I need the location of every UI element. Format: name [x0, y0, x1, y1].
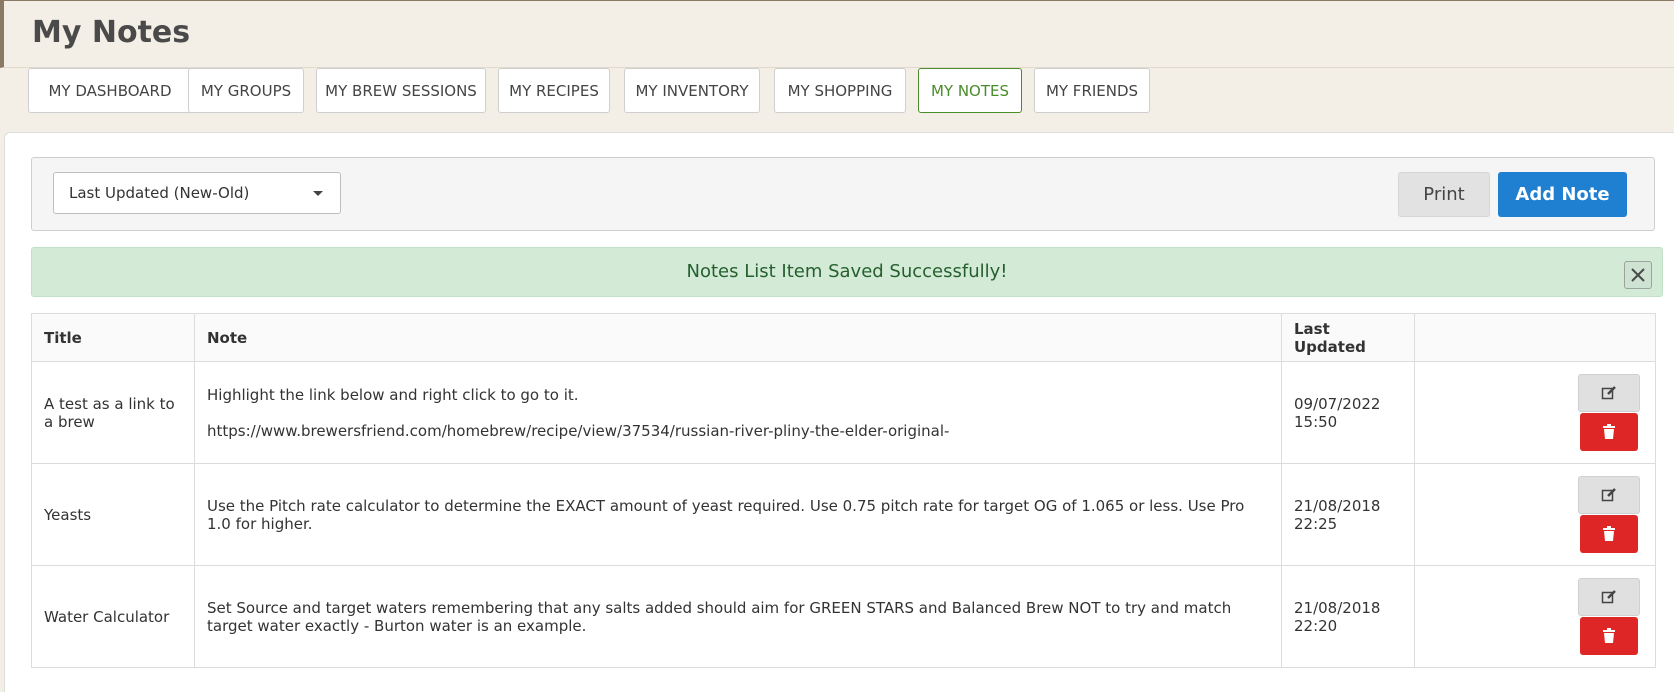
trash-icon [1603, 628, 1615, 643]
note-text: Highlight the link below and right click… [194, 361, 1282, 464]
note-text: Use the Pitch rate calculator to determi… [194, 463, 1282, 566]
column-header-actions [1414, 313, 1656, 362]
delete-button[interactable] [1580, 617, 1638, 655]
note-last-updated: 21/08/2018 22:20 [1281, 565, 1415, 668]
page-title: My Notes [32, 15, 191, 50]
row-actions [1414, 565, 1656, 668]
column-header-last-updated: Last Updated [1281, 313, 1415, 362]
content-panel: Last Updated (New-Old) Print Add Note No… [4, 132, 1674, 692]
tab-my-inventory[interactable]: MY INVENTORY [624, 68, 760, 113]
sort-select-value: Last Updated (New-Old) [69, 184, 250, 202]
edit-icon [1601, 590, 1616, 604]
tab-my-dashboard[interactable]: MY DASHBOARD [28, 68, 192, 113]
edit-icon [1601, 386, 1616, 400]
column-header-note: Note [194, 313, 1282, 362]
note-link-text[interactable]: https://www.brewersfriend.com/homebrew/r… [207, 422, 1269, 440]
table-row: Yeasts Use the Pitch rate calculator to … [31, 463, 1656, 566]
trash-icon [1603, 526, 1615, 541]
close-icon[interactable] [1624, 261, 1652, 289]
tab-my-groups[interactable]: MY GROUPS [188, 68, 304, 113]
note-title: Yeasts [31, 463, 195, 566]
notes-table: Title Note Last Updated A test as a link… [31, 313, 1656, 668]
tab-my-notes[interactable]: MY NOTES [918, 68, 1022, 113]
row-actions [1414, 361, 1656, 464]
note-last-updated: 21/08/2018 22:25 [1281, 463, 1415, 566]
table-row: A test as a link to a brew Highlight the… [31, 361, 1656, 464]
note-text: Set Source and target waters remembering… [194, 565, 1282, 668]
row-actions [1414, 463, 1656, 566]
print-button[interactable]: Print [1398, 172, 1490, 217]
success-alert: Notes List Item Saved Successfully! [31, 247, 1663, 297]
edit-button[interactable] [1578, 476, 1640, 514]
edit-button[interactable] [1578, 374, 1640, 412]
edit-button[interactable] [1578, 578, 1640, 616]
note-text-line: Use the Pitch rate calculator to determi… [207, 496, 1245, 533]
note-last-updated: 09/07/2022 15:50 [1281, 361, 1415, 464]
delete-button[interactable] [1580, 413, 1638, 451]
page-header: My Notes [0, 0, 1674, 68]
notes-toolbar: Last Updated (New-Old) Print Add Note [31, 157, 1655, 231]
tab-my-friends[interactable]: MY FRIENDS [1034, 68, 1150, 113]
tab-my-brew-sessions[interactable]: MY BREW SESSIONS [316, 68, 486, 113]
sort-select[interactable]: Last Updated (New-Old) [53, 172, 341, 214]
delete-button[interactable] [1580, 515, 1638, 553]
table-row: Water Calculator Set Source and target w… [31, 565, 1656, 668]
note-title: Water Calculator [31, 565, 195, 668]
chevron-down-icon [313, 191, 323, 196]
alert-message: Notes List Item Saved Successfully! [686, 261, 1008, 282]
table-header-row: Title Note Last Updated [31, 313, 1656, 362]
add-note-button[interactable]: Add Note [1498, 172, 1627, 217]
tab-my-shopping[interactable]: MY SHOPPING [774, 68, 906, 113]
note-text-line: Highlight the link below and right click… [207, 385, 579, 404]
note-text-line: Set Source and target waters remembering… [207, 598, 1232, 635]
trash-icon [1603, 424, 1615, 439]
edit-icon [1601, 488, 1616, 502]
note-title: A test as a link to a brew [31, 361, 195, 464]
column-header-title: Title [31, 313, 195, 362]
tab-my-recipes[interactable]: MY RECIPES [498, 68, 610, 113]
